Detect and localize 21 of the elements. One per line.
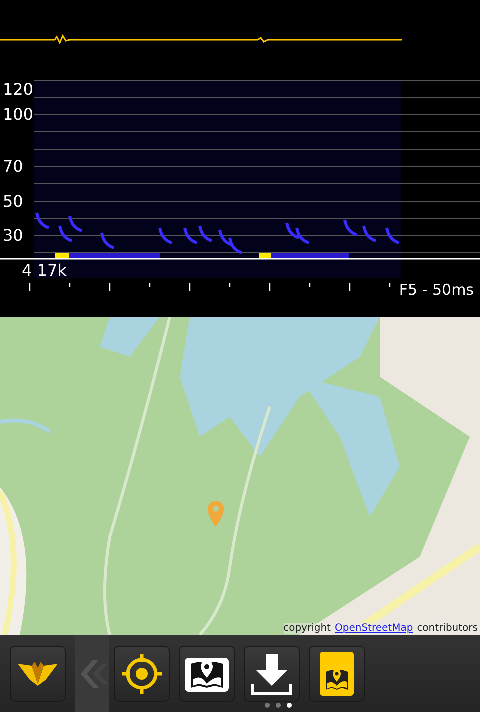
download-icon — [250, 652, 294, 696]
range-label: 4 17k — [22, 262, 67, 280]
axis-label: 30 — [3, 227, 24, 245]
page-dot[interactable] — [287, 703, 292, 708]
axis-label: 50 — [3, 193, 24, 211]
bat-logo-icon — [18, 662, 58, 686]
crosshair-icon — [120, 652, 164, 696]
axis-label: 120 — [3, 81, 34, 99]
time-label: F5 - 50ms — [399, 281, 474, 299]
page-dot[interactable] — [276, 703, 281, 708]
map-layer-button[interactable] — [309, 646, 365, 702]
page-dot[interactable] — [265, 703, 270, 708]
locate-button[interactable] — [114, 646, 170, 702]
map-credit-link[interactable]: OpenStreetMap — [334, 623, 414, 634]
map-attribution: copyright OpenStreetMap contributors — [284, 623, 478, 634]
download-button[interactable] — [244, 646, 300, 702]
logo-button[interactable] — [10, 646, 66, 702]
map-button[interactable] — [179, 646, 235, 702]
axis-label: 70 — [3, 158, 24, 176]
map-pin-icon — [320, 652, 354, 696]
axis-label: 100 — [3, 106, 34, 124]
